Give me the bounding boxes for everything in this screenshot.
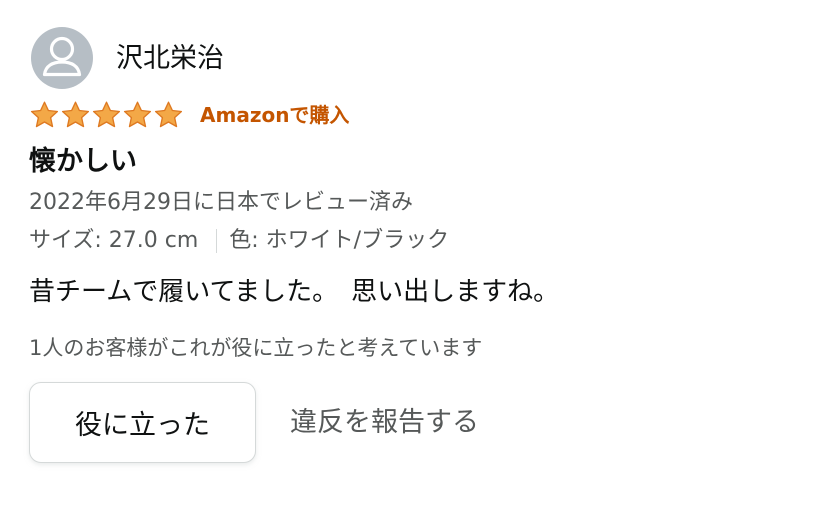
verified-purchase-badge: Amazonで購入 (200, 103, 350, 127)
star-icon (30, 101, 59, 128)
star-icon (92, 101, 121, 128)
helpful-vote-count: 1人のお客様がこれが役に立ったと考えています (29, 336, 483, 360)
report-abuse-link[interactable]: 違反を報告する (290, 406, 479, 440)
star-icon (154, 101, 183, 128)
default-user-avatar-icon (31, 27, 93, 89)
rating-row: Amazonで購入 (29, 100, 349, 130)
variant-divider (216, 229, 218, 253)
variant-color: 色: ホワイト/ブラック (229, 228, 450, 253)
review-date: 2022年6月29日に日本でレビュー済み (29, 190, 413, 215)
star-icon (123, 101, 152, 128)
reviewer-profile[interactable]: 沢北栄治 (31, 27, 224, 89)
star-icon (61, 101, 90, 128)
product-variant[interactable]: サイズ: 27.0 cm 色: ホワイト/ブラック (29, 226, 449, 256)
review-body: 昔チームで履いてました。 思い出しますね。 (29, 277, 560, 307)
customer-review: 沢北栄治 Amazonで購入 懐かしい 2022年6月29日に日本でレビュー済み… (0, 0, 828, 510)
helpful-button[interactable]: 役に立った (29, 382, 256, 463)
star-rating[interactable] (29, 100, 184, 130)
review-title: 懐かしい (29, 146, 137, 177)
variant-size: サイズ: 27.0 cm (29, 228, 199, 253)
reviewer-name[interactable]: 沢北栄治 (116, 45, 224, 72)
